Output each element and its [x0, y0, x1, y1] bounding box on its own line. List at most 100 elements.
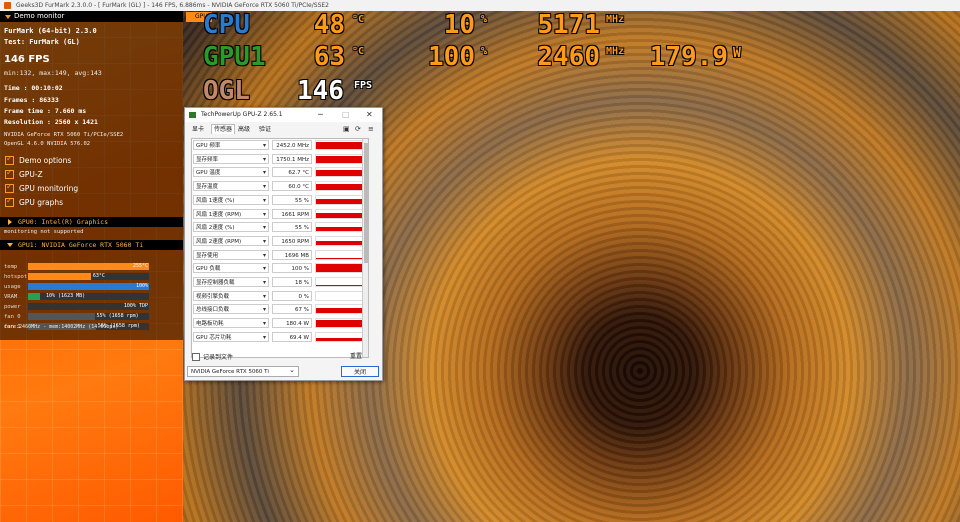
sensor-value: 1696 MB	[272, 249, 312, 260]
sensor-graph-fill	[316, 199, 366, 204]
sensor-name-dropdown[interactable]: 显存使用	[193, 249, 269, 261]
gpuz-tabs: 显卡 传感器 高级 验证 ▣ ⟳ ≡	[185, 122, 382, 136]
option-gpu-z[interactable]: GPU-Z	[5, 168, 43, 179]
sensor-name-dropdown[interactable]: 显存控制器负载	[193, 277, 269, 288]
sensor-value: 2452.0 MHz	[272, 140, 312, 150]
checkbox-checked-icon[interactable]	[5, 182, 14, 193]
sensor-graph	[315, 140, 367, 150]
sensor-name-dropdown[interactable]: 电路板功耗	[193, 318, 269, 329]
sensor-name-dropdown[interactable]: 显存频率	[193, 153, 269, 165]
sensor-graph	[315, 153, 367, 164]
menu-icon[interactable]: ≡	[368, 125, 374, 133]
bar-value: 55% (1658 rpm)	[96, 313, 139, 319]
log-checkbox[interactable]	[192, 352, 200, 361]
gpuz-window: TechPowerUp GPU-Z 2.65.1 ─ □ ✕ 显卡 传感器 高级…	[184, 107, 383, 381]
bar-value: 10% (1623 MB)	[46, 293, 86, 299]
sensor-name-dropdown[interactable]: 风扇 2速度 (RPM)	[193, 235, 269, 247]
gpu0-header[interactable]: GPU0: Intel(R) Graphics	[0, 217, 183, 227]
test-name: Test: FurMark (GL)	[4, 38, 80, 46]
demo-monitor-header[interactable]: Demo monitor	[0, 11, 183, 22]
option-gpu-graphs[interactable]: GPU graphs	[5, 196, 63, 207]
bar-track: 255°C	[28, 263, 149, 270]
sensor-graph	[315, 290, 367, 301]
sensor-name-dropdown[interactable]: GPU 频率	[193, 140, 269, 151]
sensor-name-dropdown[interactable]: 风扇 1速度 (RPM)	[193, 208, 269, 220]
close-button[interactable]: 关闭	[341, 366, 379, 377]
collapse-triangle-icon	[5, 15, 11, 19]
osd-value: 2460	[537, 42, 600, 72]
fps-stats: min:132, max:149, avg:143	[4, 69, 102, 77]
bar-fill	[28, 283, 149, 290]
osd-label-cpu: CPU	[203, 10, 250, 40]
camera-icon[interactable]: ▣	[343, 125, 350, 133]
gpuz-app-icon	[189, 112, 196, 118]
option-demo-options[interactable]: Demo options	[5, 154, 71, 165]
sensor-name-dropdown[interactable]: GPU 芯片功耗	[193, 331, 269, 343]
sensor-graph	[315, 167, 367, 178]
sensor-name-dropdown[interactable]: GPU 温度	[193, 167, 269, 178]
sensor-name-dropdown[interactable]: 总线接口负载	[193, 304, 269, 315]
osd-unit: FPS	[354, 80, 373, 91]
sensor-name-dropdown[interactable]: 风扇 2速度 (%)	[193, 222, 269, 233]
sensor-name-dropdown[interactable]: 风扇 1速度 (%)	[193, 194, 269, 206]
reset-button[interactable]: 重置	[350, 351, 362, 360]
sensor-row: 风扇 1速度 (%)55 %	[192, 194, 368, 207]
bar-track: 55% (1658 rpm)	[28, 313, 149, 320]
sensor-row: GPU 负载100 %	[192, 262, 368, 275]
window-titlebar: Geeks3D FurMark 2.3.0.0 - [ FurMark (GL)…	[0, 0, 960, 11]
sensor-value: 55 %	[272, 194, 312, 205]
gpu1-bar-vram: VRAM 10% (1623 MB)	[4, 293, 179, 301]
sensor-graph-fill	[316, 308, 366, 314]
gpu1-bar-power: power 100% TDP	[4, 303, 179, 311]
refresh-icon[interactable]: ⟳	[355, 125, 361, 133]
gpu1-title: GPU1: NVIDIA GeForce RTX 5060 Ti	[18, 241, 144, 249]
gpu1-header[interactable]: GPU1: NVIDIA GeForce RTX 5060 Ti	[0, 240, 183, 250]
bar-label: fan 0	[4, 314, 21, 320]
sensor-graph	[315, 263, 367, 274]
sensor-graph	[315, 181, 367, 192]
sensor-graph-fill	[316, 183, 366, 191]
sensor-value: 67 %	[272, 304, 312, 315]
scrollbar-thumb[interactable]	[364, 143, 368, 263]
sensor-value: 60.0 °C	[272, 181, 312, 192]
tab-sensors[interactable]: 传感器	[211, 124, 236, 134]
osd-value: 10	[443, 10, 475, 40]
tab-advanced[interactable]: 高级	[236, 125, 252, 134]
sensor-scrollbar[interactable]	[362, 139, 368, 357]
sensor-graph-fill	[316, 337, 366, 341]
sensor-graph-fill	[316, 155, 366, 163]
osd-label-ogl: OGL	[203, 76, 250, 106]
sensor-value: 69.4 W	[272, 331, 312, 342]
sensor-name-dropdown[interactable]: 显存温度	[193, 181, 269, 192]
sensor-row: 风扇 2速度 (%)55 %	[192, 221, 368, 234]
demo-monitor-panel: Demo monitor FurMark (64-bit) 2.3.0 Test…	[0, 11, 183, 340]
option-gpu-monitoring[interactable]: GPU monitoring	[5, 182, 78, 193]
bar-label: usage	[4, 284, 21, 290]
bar-value: 63°C	[92, 273, 105, 279]
sensor-row: 总线接口负载67 %	[192, 303, 368, 316]
sensor-name-dropdown[interactable]: 视频引擎负载	[193, 290, 269, 302]
minimize-icon[interactable]: ─	[318, 108, 323, 122]
sensor-row: GPU 温度62.7 °C	[192, 166, 368, 179]
checkbox-checked-icon[interactable]	[5, 196, 14, 207]
close-icon[interactable]: ✕	[366, 108, 373, 122]
device-select[interactable]: NVIDIA GeForce RTX 5060 Ti	[187, 365, 299, 377]
checkbox-checked-icon[interactable]	[5, 168, 14, 179]
tab-validation[interactable]: 验证	[257, 125, 273, 134]
log-to-file[interactable]: 记录到文件	[192, 352, 233, 361]
tab-graphics-card[interactable]: 显卡	[190, 125, 206, 134]
osd-value: 48	[313, 10, 345, 40]
checkbox-checked-icon[interactable]	[5, 154, 14, 165]
osd-unit: MHz	[606, 14, 625, 25]
gpu0-note: monitoring not supported	[4, 229, 84, 235]
osd-unit: °C	[352, 14, 365, 25]
maximize-icon[interactable]: □	[342, 108, 350, 122]
bar-track: 100%	[28, 283, 149, 290]
sensor-name-dropdown[interactable]: GPU 负载	[193, 263, 269, 274]
demo-monitor-title: Demo monitor	[14, 12, 65, 20]
sensor-graph-fill	[316, 213, 366, 218]
bar-label: hotspot	[4, 274, 28, 280]
bar-track: 10% (1623 MB)	[28, 293, 149, 300]
renderer-info: NVIDIA GeForce RTX 5060 Ti/PCIe/SSE2	[4, 132, 124, 138]
sensor-row: 风扇 1速度 (RPM)1661 RPM	[192, 208, 368, 221]
